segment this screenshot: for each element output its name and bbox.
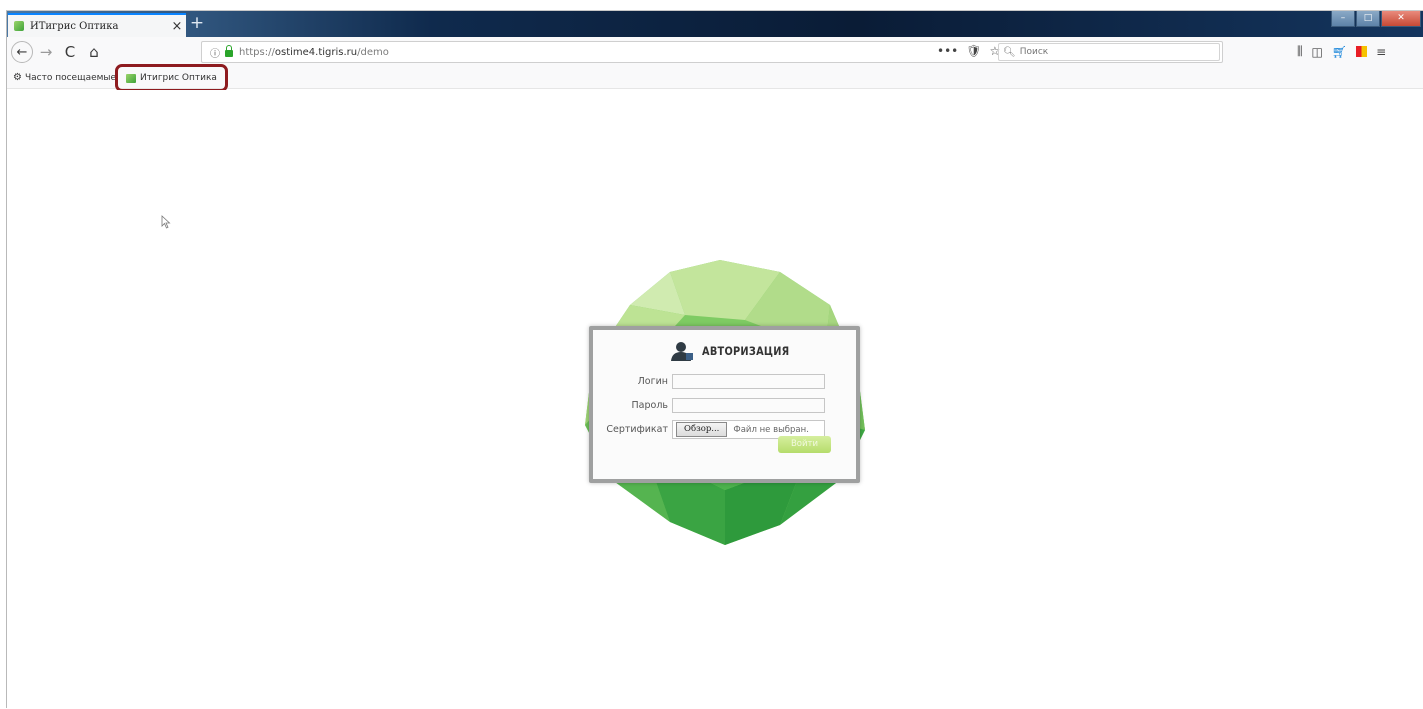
search-box[interactable]: 🔍︎ [998, 43, 1220, 61]
page-actions-icon[interactable]: ••• [937, 44, 958, 58]
new-tab-button[interactable]: + [188, 13, 206, 35]
password-row: Пароль [593, 398, 825, 413]
password-field[interactable] [672, 398, 825, 413]
bookmark-tigris-optika[interactable]: Итигрис Оптика [115, 64, 228, 92]
login-label: Логин [637, 376, 668, 387]
tab-strip: ИТигрис Оптика × + – □ ✕ [7, 11, 1423, 37]
tab-tigris-optika[interactable]: ИТигрис Оптика × [8, 13, 186, 37]
close-icon[interactable]: × [168, 19, 186, 34]
flag-icon[interactable] [1356, 46, 1368, 57]
login-form: АВТОРИЗАЦИЯ Логин Пароль Сертификат Обзо… [593, 330, 856, 479]
mouse-cursor-icon [161, 215, 171, 229]
cart-icon[interactable]: 🛒︎ [1332, 45, 1347, 59]
bookmark-label: Итигрис Оптика [140, 73, 217, 83]
certificate-label: Сертификат [606, 424, 668, 435]
library-icon[interactable]: ⫼ [1297, 44, 1303, 59]
reload-button[interactable]: C [59, 41, 81, 63]
password-label: Пароль [631, 400, 668, 411]
forward-button[interactable]: → [35, 41, 57, 63]
browser-window: ИТигрис Оптика × + – □ ✕ ← → C ⌂ ⓘ https… [6, 10, 1423, 709]
window-controls: – □ ✕ [1331, 11, 1421, 27]
browse-button[interactable]: Обзор... [676, 422, 728, 437]
bookmarks-bar: ⚙ Часто посещаемые Итигрис Оптика [7, 64, 1423, 92]
page-content: АВТОРИЗАЦИЯ Логин Пароль Сертификат Обзо… [7, 90, 1423, 709]
maximize-button[interactable]: □ [1356, 11, 1380, 27]
toolbar-right: ⫼ ◫ 🛒︎ ≡ [1297, 44, 1386, 59]
address-bar[interactable]: ⓘ https://ostime4.tigris.ru/demo ••• 🛡 ☆… [201, 41, 1223, 63]
url-actions: ••• 🛡 ☆ [937, 44, 1000, 58]
search-icon: 🔍︎ [1003, 46, 1016, 58]
menu-icon[interactable]: ≡ [1376, 45, 1386, 59]
login-field[interactable] [672, 374, 825, 389]
navigation-toolbar: ← → C ⌂ ⓘ https://ostime4.tigris.ru/demo… [7, 37, 1423, 67]
user-icon [671, 342, 693, 361]
gear-icon: ⚙ [13, 72, 22, 83]
lock-icon [225, 45, 233, 57]
login-row: Логин [593, 374, 825, 389]
search-input[interactable] [1019, 47, 1210, 57]
url-text[interactable]: https://ostime4.tigris.ru/demo [239, 47, 389, 58]
submit-button[interactable]: Войти [778, 436, 831, 453]
file-status: Файл не выбран. [733, 424, 809, 435]
back-button[interactable]: ← [11, 41, 33, 63]
bookmark-most-visited[interactable]: ⚙ Часто посещаемые [7, 72, 122, 83]
tab-title: ИТигрис Оптика [30, 20, 119, 32]
login-dialog: АВТОРИЗАЦИЯ Логин Пароль Сертификат Обзо… [589, 326, 860, 483]
info-icon[interactable]: ⓘ [210, 45, 220, 60]
minimize-button[interactable]: – [1331, 11, 1355, 27]
pocket-icon[interactable]: 🛡 [966, 44, 981, 58]
home-button[interactable]: ⌂ [83, 41, 105, 63]
dialog-title: АВТОРИЗАЦИЯ [702, 344, 790, 358]
dialog-header: АВТОРИЗАЦИЯ [670, 341, 805, 361]
window-close-button[interactable]: ✕ [1381, 11, 1421, 27]
bookmark-label: Часто посещаемые [24, 72, 117, 83]
tigris-favicon-icon [14, 21, 24, 31]
sidebar-icon[interactable]: ◫ [1312, 45, 1323, 59]
tigris-favicon-icon [126, 73, 136, 83]
